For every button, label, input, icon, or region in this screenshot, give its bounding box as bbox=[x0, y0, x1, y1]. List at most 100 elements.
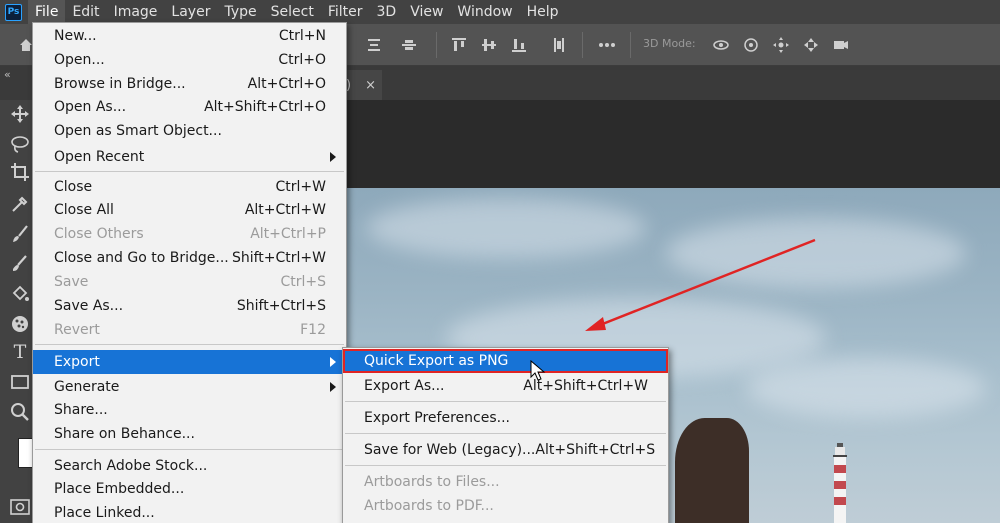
menu-separator bbox=[35, 171, 344, 172]
menu-item-shortcut: Ctrl+N bbox=[278, 28, 326, 44]
menu-file[interactable]: File bbox=[28, 0, 66, 24]
menu-item-open-as[interactable]: Open As... Alt+Shift+Ctrl+O bbox=[33, 95, 346, 119]
menu-3d[interactable]: 3D bbox=[370, 0, 404, 24]
cloud-shape bbox=[366, 198, 646, 258]
submenu-arrow-icon bbox=[330, 357, 336, 367]
menu-item-label: Open as Smart Object... bbox=[54, 123, 222, 139]
menu-item-label: Share on Behance... bbox=[54, 426, 195, 442]
cloud-shape bbox=[666, 218, 966, 288]
menu-item-generate[interactable]: Generate bbox=[33, 375, 346, 399]
brush-tool-icon[interactable] bbox=[10, 224, 30, 244]
menu-item-quick-export-as-png[interactable]: Quick Export as PNG bbox=[343, 349, 668, 373]
menu-item-shortcut: Ctrl+S bbox=[280, 274, 326, 290]
menu-item-save-as[interactable]: Save As... Shift+Ctrl+S bbox=[33, 294, 346, 318]
menu-item-shortcut: Ctrl+O bbox=[278, 52, 326, 68]
clone-stamp-tool-icon[interactable] bbox=[10, 254, 30, 274]
menu-type[interactable]: Type bbox=[217, 0, 263, 24]
menu-item-share-on-behance[interactable]: Share on Behance... bbox=[33, 422, 346, 446]
menu-item-label: Open Recent bbox=[54, 149, 145, 165]
type-tool-icon[interactable]: T bbox=[10, 342, 30, 362]
menu-item-close-all[interactable]: Close All Alt+Ctrl+W bbox=[33, 198, 346, 222]
menu-item-label: Revert bbox=[54, 322, 100, 338]
menu-item-new[interactable]: New... Ctrl+N bbox=[33, 24, 346, 48]
menu-item-artboards-to-files[interactable]: Artboards to Files... bbox=[343, 470, 668, 494]
close-tab-icon[interactable]: × bbox=[365, 78, 376, 93]
blur-tool-icon[interactable] bbox=[10, 314, 30, 334]
menu-item-shortcut: F12 bbox=[300, 322, 326, 338]
align-top-edges-icon[interactable] bbox=[450, 36, 468, 54]
menu-item-shortcut: Alt+Ctrl+W bbox=[244, 202, 326, 218]
3d-mode-label: 3D Mode: bbox=[643, 37, 696, 50]
camera-3d-icon[interactable] bbox=[832, 36, 850, 54]
lighthouse-image bbox=[833, 443, 847, 523]
rectangle-tool-icon[interactable] bbox=[10, 372, 30, 392]
person-silhouette bbox=[675, 418, 749, 523]
menu-item-label: Export As... bbox=[364, 378, 445, 394]
align-vertical-centers-icon[interactable] bbox=[480, 36, 498, 54]
menu-item-close[interactable]: Close Ctrl+W bbox=[33, 175, 346, 199]
screen-mode-icon[interactable] bbox=[10, 498, 30, 516]
submenu-arrow-icon bbox=[330, 382, 336, 392]
menu-item-export-preferences[interactable]: Export Preferences... bbox=[343, 406, 668, 430]
zoom-tool-icon[interactable] bbox=[10, 402, 30, 422]
menu-item-open-as-smart-object[interactable]: Open as Smart Object... bbox=[33, 119, 346, 143]
menu-item-label: Close Others bbox=[54, 226, 144, 242]
menu-item-close-and-go-to-bridge[interactable]: Close and Go to Bridge... Shift+Ctrl+W bbox=[33, 246, 346, 270]
menu-item-save[interactable]: Save Ctrl+S bbox=[33, 270, 346, 294]
menu-view[interactable]: View bbox=[403, 0, 450, 24]
menu-separator bbox=[345, 401, 666, 402]
align-horizontal-centers-icon[interactable] bbox=[400, 36, 418, 54]
align-left-edges-icon[interactable] bbox=[365, 36, 383, 54]
menu-item-label: Search Adobe Stock... bbox=[54, 458, 208, 474]
more-options-icon[interactable] bbox=[598, 36, 616, 54]
menu-item-label: Browse in Bridge... bbox=[54, 76, 186, 92]
menu-image[interactable]: Image bbox=[107, 0, 165, 24]
distribute-icon[interactable] bbox=[550, 36, 568, 54]
menu-item-shortcut: Alt+Shift+Ctrl+O bbox=[204, 99, 326, 115]
eyedropper-tool-icon[interactable] bbox=[10, 194, 30, 214]
menu-item-open[interactable]: Open... Ctrl+O bbox=[33, 48, 346, 72]
menu-item-place-embedded[interactable]: Place Embedded... bbox=[33, 477, 346, 501]
menu-layer[interactable]: Layer bbox=[164, 0, 217, 24]
menu-item-label: Close All bbox=[54, 202, 114, 218]
menu-item-search-adobe-stock[interactable]: Search Adobe Stock... bbox=[33, 454, 346, 478]
options-separator bbox=[630, 32, 631, 58]
menu-item-revert[interactable]: Revert F12 bbox=[33, 318, 346, 342]
roll-3d-icon[interactable] bbox=[742, 36, 760, 54]
menu-item-label: Export Preferences... bbox=[364, 410, 510, 426]
menu-window[interactable]: Window bbox=[450, 0, 519, 24]
menu-edit[interactable]: Edit bbox=[65, 0, 106, 24]
menu-item-label: New... bbox=[54, 28, 97, 44]
paint-bucket-tool-icon[interactable] bbox=[10, 284, 30, 304]
menu-filter[interactable]: Filter bbox=[321, 0, 370, 24]
menu-item-export-as[interactable]: Export As... Alt+Shift+Ctrl+W bbox=[343, 374, 668, 398]
lasso-tool-icon[interactable] bbox=[10, 134, 30, 154]
slide-3d-icon[interactable] bbox=[802, 36, 820, 54]
menu-item-browse-in-bridge[interactable]: Browse in Bridge... Alt+Ctrl+O bbox=[33, 72, 346, 96]
menu-select[interactable]: Select bbox=[264, 0, 321, 24]
menu-item-open-recent[interactable]: Open Recent bbox=[33, 145, 346, 169]
move-tool-icon[interactable] bbox=[10, 104, 30, 124]
crop-tool-icon[interactable] bbox=[10, 162, 30, 182]
menu-item-label: Artboards to Files... bbox=[364, 474, 500, 490]
menu-separator bbox=[345, 465, 666, 466]
menu-item-save-for-web[interactable]: Save for Web (Legacy)... Alt+Shift+Ctrl+S bbox=[343, 438, 668, 462]
menu-help[interactable]: Help bbox=[520, 0, 566, 24]
file-menu-dropdown: New... Ctrl+N Open... Ctrl+O Browse in Bri… bbox=[32, 22, 347, 523]
collapse-panel-icon[interactable]: « bbox=[4, 68, 11, 81]
menu-item-label: Open As... bbox=[54, 99, 127, 115]
menu-item-label: Quick Export as PNG bbox=[364, 353, 509, 369]
menu-item-place-linked[interactable]: Place Linked... bbox=[33, 501, 346, 523]
menu-item-label: Save As... bbox=[54, 298, 124, 314]
align-bottom-edges-icon[interactable] bbox=[510, 36, 528, 54]
menu-item-artboards-to-pdf[interactable]: Artboards to PDF... bbox=[343, 494, 668, 518]
options-separator bbox=[582, 32, 583, 58]
menu-item-close-others[interactable]: Close Others Alt+Ctrl+P bbox=[33, 222, 346, 246]
menu-bar: Ps File Edit Image Layer Type Select Fil… bbox=[0, 0, 1000, 24]
menu-separator bbox=[35, 344, 344, 345]
export-submenu: Quick Export as PNG Export As... Alt+Shif… bbox=[342, 347, 669, 523]
drag-3d-icon[interactable] bbox=[772, 36, 790, 54]
menu-item-share[interactable]: Share... bbox=[33, 398, 346, 422]
menu-item-export[interactable]: Export bbox=[33, 350, 346, 374]
orbit-3d-icon[interactable] bbox=[712, 36, 730, 54]
